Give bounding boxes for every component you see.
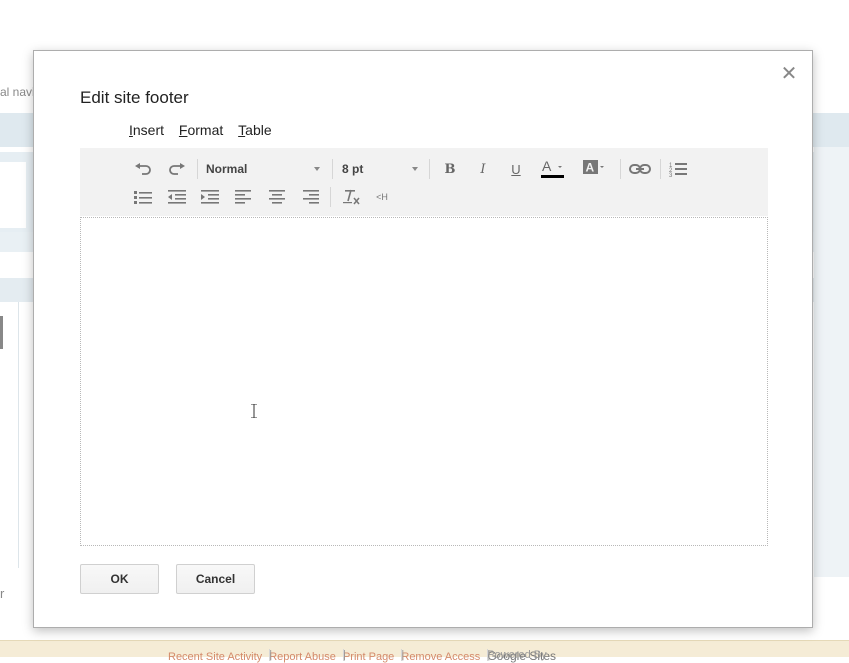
italic-icon[interactable]: I	[473, 159, 493, 179]
footer-separator: |	[401, 649, 405, 661]
align-center-icon[interactable]	[266, 187, 288, 207]
footer-links: Recent Site Activity | Report Abuse | Pr…	[168, 649, 560, 663]
indent-icon[interactable]	[199, 187, 221, 207]
html-label: <H	[376, 192, 388, 202]
left-edge-text: r	[0, 586, 5, 601]
toolbar-separator	[620, 159, 621, 179]
powered-by-text: Powered By	[487, 649, 547, 661]
link-icon[interactable]	[627, 159, 653, 179]
menu-insert-label: nsert	[132, 122, 165, 138]
menu-format-label: ormat	[187, 122, 224, 138]
footer-link-print-page[interactable]: Print Page	[343, 651, 394, 663]
left-nav-text: al navi	[0, 85, 35, 99]
footer-link-report-abuse[interactable]: Report Abuse	[269, 651, 336, 663]
redo-icon[interactable]	[166, 159, 188, 179]
toolbar-separator	[197, 159, 198, 179]
text-cursor-icon	[251, 404, 257, 418]
footer-link-remove-access[interactable]: Remove Access	[401, 651, 480, 663]
bulleted-list-icon[interactable]	[132, 187, 154, 207]
footer-separator: |	[269, 649, 273, 661]
toolbar-separator	[660, 159, 661, 179]
editor-toolbar: Normal 8 pt B I U A A 123 <H	[80, 148, 768, 216]
align-right-icon[interactable]	[300, 187, 322, 207]
footer-link-recent-activity[interactable]: Recent Site Activity	[168, 651, 262, 663]
underline-icon[interactable]: U	[506, 159, 526, 179]
clear-formatting-icon[interactable]	[341, 187, 363, 207]
chevron-down-icon	[314, 167, 320, 171]
numbered-list-icon[interactable]: 123	[668, 159, 688, 179]
toolbar-separator	[330, 187, 331, 207]
footer-editor-area[interactable]	[80, 217, 768, 546]
text-color-icon[interactable]: A	[538, 158, 566, 180]
undo-icon[interactable]	[132, 159, 154, 179]
menu-insert[interactable]: Insert	[129, 122, 164, 138]
close-icon[interactable]: ✕	[780, 64, 798, 84]
toolbar-separator	[429, 159, 430, 179]
chevron-down-icon	[412, 167, 418, 171]
edit-footer-dialog: ✕ Edit site footer Insert Format Table N…	[33, 50, 813, 628]
align-left-icon[interactable]	[232, 187, 254, 207]
ok-button[interactable]: OK	[80, 564, 159, 594]
right-panel	[814, 147, 849, 577]
paragraph-style-value: Normal	[206, 162, 248, 176]
menu-table-label: able	[245, 122, 272, 138]
dialog-title: Edit site footer	[80, 88, 189, 107]
menu-bar: Insert Format Table	[129, 122, 283, 138]
outdent-icon[interactable]	[166, 187, 188, 207]
paragraph-style-dropdown[interactable]: Normal	[206, 159, 320, 179]
font-size-dropdown[interactable]: 8 pt	[342, 159, 418, 179]
html-icon[interactable]: <H	[371, 187, 393, 207]
toolbar-separator	[332, 159, 333, 179]
font-size-value: 8 pt	[342, 162, 364, 176]
header-box	[0, 162, 26, 228]
highlight-color-icon[interactable]: A	[580, 158, 608, 180]
cancel-button[interactable]: Cancel	[176, 564, 255, 594]
bold-icon[interactable]: B	[440, 159, 460, 179]
sidebar-marker	[0, 316, 3, 349]
menu-table[interactable]: Table	[238, 122, 271, 138]
footer-separator: |	[342, 649, 346, 661]
menu-format[interactable]: Format	[179, 122, 223, 138]
svg-text:A: A	[542, 158, 552, 174]
svg-text:3: 3	[669, 173, 673, 177]
svg-text:A: A	[586, 161, 595, 175]
